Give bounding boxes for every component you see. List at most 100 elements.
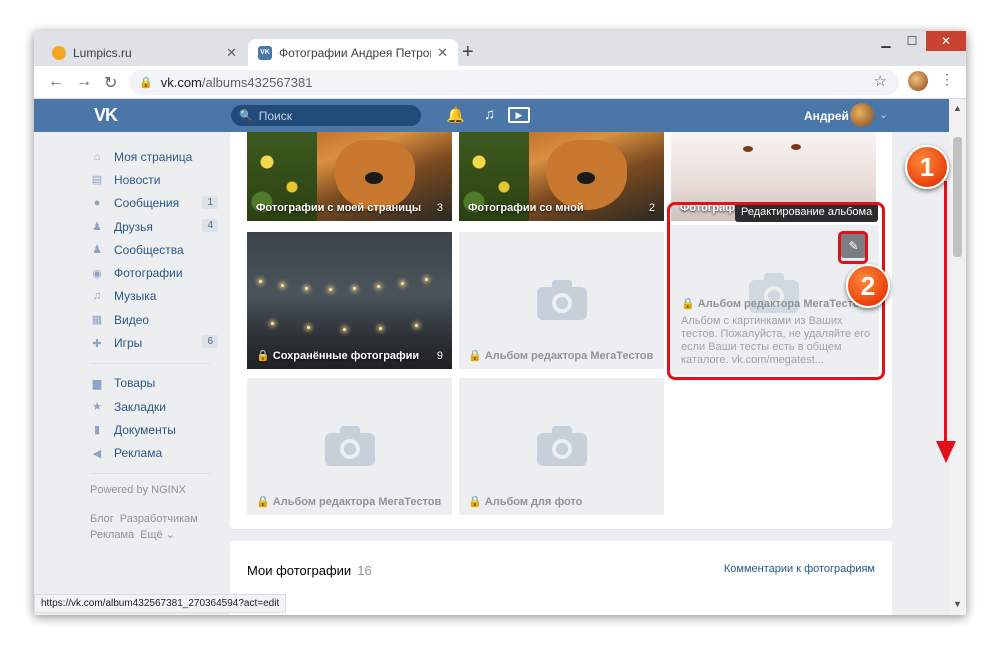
browser-menu-icon[interactable]: ⋮ [940, 72, 954, 86]
page-scrollbar[interactable]: ▲ ▼ [949, 99, 966, 615]
close-tab-icon[interactable]: ✕ [437, 45, 448, 61]
left-sidebar: ⌂ Моя страница ▤ Новости ● Сообщения 1 ♟ Друз… [90, 145, 220, 543]
bell-icon[interactable]: 🔔 [446, 106, 465, 124]
album-tile[interactable]: 🔒 Альбом для фото [459, 378, 664, 515]
my-photos-block: Мои фотографии 16 Комментарии к фотографи… [230, 541, 892, 615]
sidebar-item-photos[interactable]: ◉ Фотографии [90, 261, 220, 284]
music-note-icon[interactable]: ♫ [484, 106, 495, 123]
forward-icon[interactable]: → [76, 73, 92, 91]
user-avatar[interactable] [850, 103, 874, 127]
sidebar-item-label: Закладки [114, 399, 166, 414]
sidebar-item-label: Реклама [114, 446, 163, 461]
tab-lumpics[interactable]: Lumpics.ru ✕ [42, 39, 247, 66]
address-bar[interactable]: 🔒 vk.com/albums432567381 ☆ [129, 70, 899, 95]
album-title-text: Альбом редактора МегаТестов [272, 496, 442, 508]
annotation-arrow-line [944, 181, 947, 451]
user-name[interactable]: Андрей [804, 109, 849, 123]
photo-comments-link[interactable]: Комментарии к фотографиям [724, 563, 875, 575]
album-count: 2 [648, 202, 655, 214]
close-window-icon[interactable]: ✕ [926, 31, 966, 51]
scrollbar-thumb[interactable] [953, 137, 962, 257]
browser-toolbar: ← → ↻ 🔒 vk.com/albums432567381 ☆ ⋮ [34, 66, 966, 99]
album-tile[interactable]: 🔒 Сохранённые фотографии 9 [247, 232, 452, 369]
light-dot [307, 326, 310, 329]
sidebar-item-messages[interactable]: ● Сообщения 1 [90, 192, 220, 215]
footer-link-blog[interactable]: Блог [90, 513, 114, 525]
url-path: /albums432567381 [201, 75, 313, 90]
tab-vk-photos[interactable]: VK Фотографии Андрея Петрова – ✕ [248, 39, 458, 66]
album-tile[interactable]: Фотографии с моей страницы 3 [247, 132, 452, 221]
camera-placeholder-icon [537, 426, 587, 466]
tab-title: Lumpics.ru [73, 45, 132, 60]
footer-link-developers[interactable]: Разработчикам [120, 513, 198, 525]
star-icon: ★ [92, 401, 102, 414]
footer-link-more[interactable]: Ещё ⌄ [140, 529, 175, 541]
sidebar-item-label: Сообщества [114, 242, 184, 257]
video-icon: ▦ [91, 314, 103, 327]
status-bar-url: https://vk.com/album432567381_270364594?… [34, 594, 287, 613]
url-host: vk.com [160, 75, 202, 90]
sidebar-item-label: Новости [114, 172, 161, 187]
music-icon: ♫ [92, 290, 102, 303]
scroll-up-icon[interactable]: ▲ [953, 103, 962, 113]
sidebar-item-music[interactable]: ♫ Музыка [90, 285, 220, 308]
sidebar-item-label: Документы [114, 422, 176, 437]
bookmark-star-icon[interactable]: ☆ [874, 72, 887, 90]
my-photos-header: Мои фотографии 16 [247, 563, 372, 578]
annotation-highlight-box-small [838, 231, 868, 264]
sidebar-item-news[interactable]: ▤ Новости [90, 168, 220, 191]
vk-logo-icon[interactable]: VK [94, 105, 118, 126]
sidebar-item-my-page[interactable]: ⌂ Моя страница [90, 145, 220, 168]
camera-icon: ◉ [92, 267, 102, 280]
profile-avatar-icon[interactable] [908, 71, 928, 91]
light-dot [401, 282, 404, 285]
search-placeholder: Поиск [258, 108, 292, 123]
camera-placeholder-icon [537, 280, 587, 320]
reload-icon[interactable]: ↻ [104, 73, 117, 93]
light-dot [329, 288, 332, 291]
light-dot [305, 287, 308, 290]
light-dot [377, 285, 380, 288]
close-tab-icon[interactable]: ✕ [226, 45, 237, 61]
dog-nose-image [577, 172, 595, 184]
annotation-arrow-head-icon [936, 441, 956, 463]
sidebar-item-label: Игры [114, 336, 143, 351]
sidebar-item-communities[interactable]: ♟ Сообщества [90, 238, 220, 261]
sidebar-item-goods[interactable]: ▆ Товары [90, 372, 220, 395]
sidebar-item-ads[interactable]: ◀ Реклама [90, 442, 220, 465]
scroll-down-icon[interactable]: ▼ [953, 599, 962, 609]
light-dot [353, 287, 356, 290]
browser-window: Lumpics.ru ✕ VK Фотографии Андрея Петров… [34, 31, 966, 615]
sidebar-item-label: Видео [114, 312, 150, 327]
friends-icon: ♟ [92, 221, 102, 234]
news-icon: ▤ [91, 174, 103, 187]
chevron-down-icon[interactable]: ⌄ [879, 108, 888, 121]
annotation-number-2: 2 [846, 264, 890, 308]
lock-icon: 🔒 [256, 350, 270, 362]
light-dot [425, 278, 428, 281]
light-dot [379, 327, 382, 330]
powered-by: Powered by NGINX [90, 483, 186, 496]
album-tile[interactable]: 🔒 Альбом редактора МегаТестов [247, 378, 452, 515]
ads-icon: ◀ [92, 447, 102, 460]
album-tile[interactable]: 🔒 Альбом редактора МегаТестов [459, 232, 664, 369]
home-icon: ⌂ [93, 150, 101, 163]
lumpics-favicon-icon [52, 45, 66, 60]
sidebar-item-friends[interactable]: ♟ Друзья 4 [90, 215, 220, 238]
play-icon[interactable]: ▶ [508, 107, 530, 123]
light-dot [343, 328, 346, 331]
dog-nose-image [365, 172, 383, 184]
messages-badge: 1 [202, 195, 218, 209]
search-input[interactable]: 🔍 Поиск [231, 105, 421, 126]
album-tile[interactable]: Фотографии со мной 2 [459, 132, 664, 221]
back-icon[interactable]: ← [48, 73, 64, 91]
minimize-icon[interactable]: ▁ [874, 31, 898, 51]
maximize-icon[interactable]: ☐ [900, 31, 924, 51]
sidebar-item-documents[interactable]: ▮ Документы [90, 418, 220, 441]
footer-link-ads[interactable]: Реклама [90, 529, 134, 541]
sidebar-item-games[interactable]: ✚ Игры 6 [90, 331, 220, 354]
sidebar-item-bookmarks[interactable]: ★ Закладки [90, 395, 220, 418]
sidebar-item-video[interactable]: ▦ Видео [90, 308, 220, 331]
new-tab-button[interactable]: + [462, 41, 474, 64]
